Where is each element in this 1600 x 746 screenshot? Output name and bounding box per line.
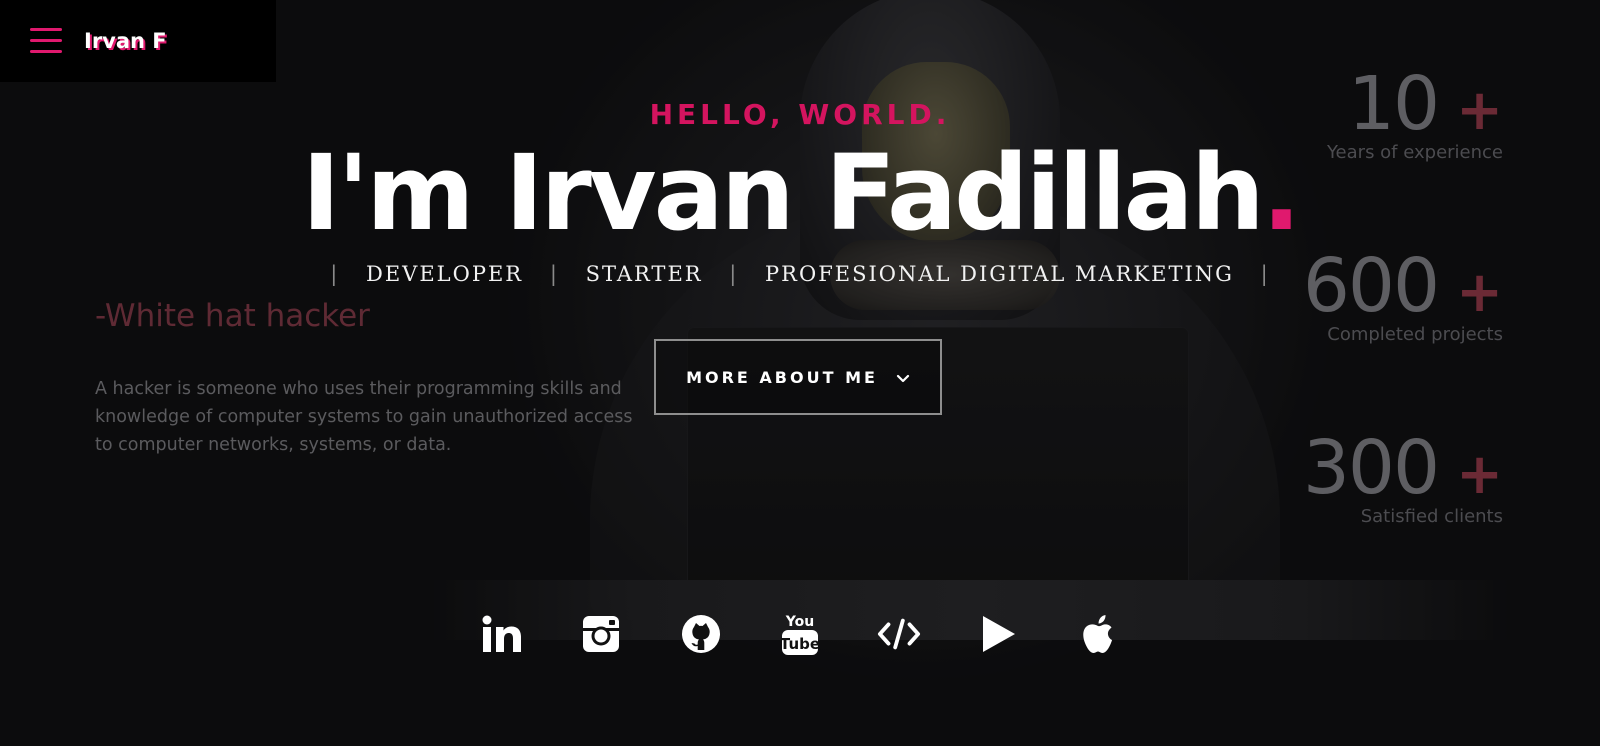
stat-value: 10 — [1347, 61, 1440, 147]
role-digital-marketing: PROFESIONAL DIGITAL MARKETING — [765, 262, 1234, 286]
code-icon[interactable] — [877, 612, 921, 656]
stat-value: 600 — [1302, 243, 1440, 329]
role-separator: | — [1260, 262, 1270, 286]
stat-plus: + — [1456, 260, 1503, 325]
role-starter: STARTER — [585, 262, 703, 286]
more-about-me-label: MORE ABOUT ME — [686, 367, 878, 387]
linkedin-icon[interactable] — [480, 612, 524, 656]
brand-logo[interactable]: Irvan F — [84, 29, 167, 53]
role-separator: | — [729, 262, 739, 286]
hamburger-menu-icon[interactable] — [30, 28, 62, 54]
svg-text:You: You — [785, 614, 814, 630]
github-icon[interactable] — [679, 612, 723, 656]
tagline: -White hat hacker — [95, 298, 370, 334]
title-text: I'm Irvan Fadillah — [301, 132, 1265, 254]
stat-plus: + — [1456, 78, 1503, 143]
social-links: You Tube — [480, 610, 1120, 658]
stat-label: Completed projects — [1327, 324, 1503, 345]
play-store-icon[interactable] — [977, 612, 1021, 656]
role-separator: | — [330, 262, 340, 286]
intro-description: A hacker is someone who uses their progr… — [95, 379, 633, 455]
apple-icon[interactable] — [1076, 612, 1120, 656]
svg-text:Tube: Tube — [781, 635, 819, 653]
chevron-down-icon — [896, 370, 910, 384]
youtube-icon[interactable]: You Tube — [778, 612, 822, 656]
role-developer: DEVELOPER — [366, 262, 524, 286]
top-nav: Irvan F — [0, 0, 276, 82]
stat-label: Years of experience — [1326, 142, 1503, 163]
more-about-me-button[interactable]: MORE ABOUT ME — [654, 339, 942, 415]
instagram-icon[interactable] — [579, 612, 623, 656]
stat-plus: + — [1456, 442, 1503, 507]
stat-years: 10 + Years of experience — [1327, 62, 1503, 163]
role-separator: | — [549, 262, 559, 286]
title-dot: . — [1261, 132, 1301, 254]
stat-clients: 300 + Satisfied clients — [1303, 426, 1503, 527]
stat-projects: 600 + Completed projects — [1303, 244, 1503, 345]
stat-value: 300 — [1302, 425, 1440, 511]
